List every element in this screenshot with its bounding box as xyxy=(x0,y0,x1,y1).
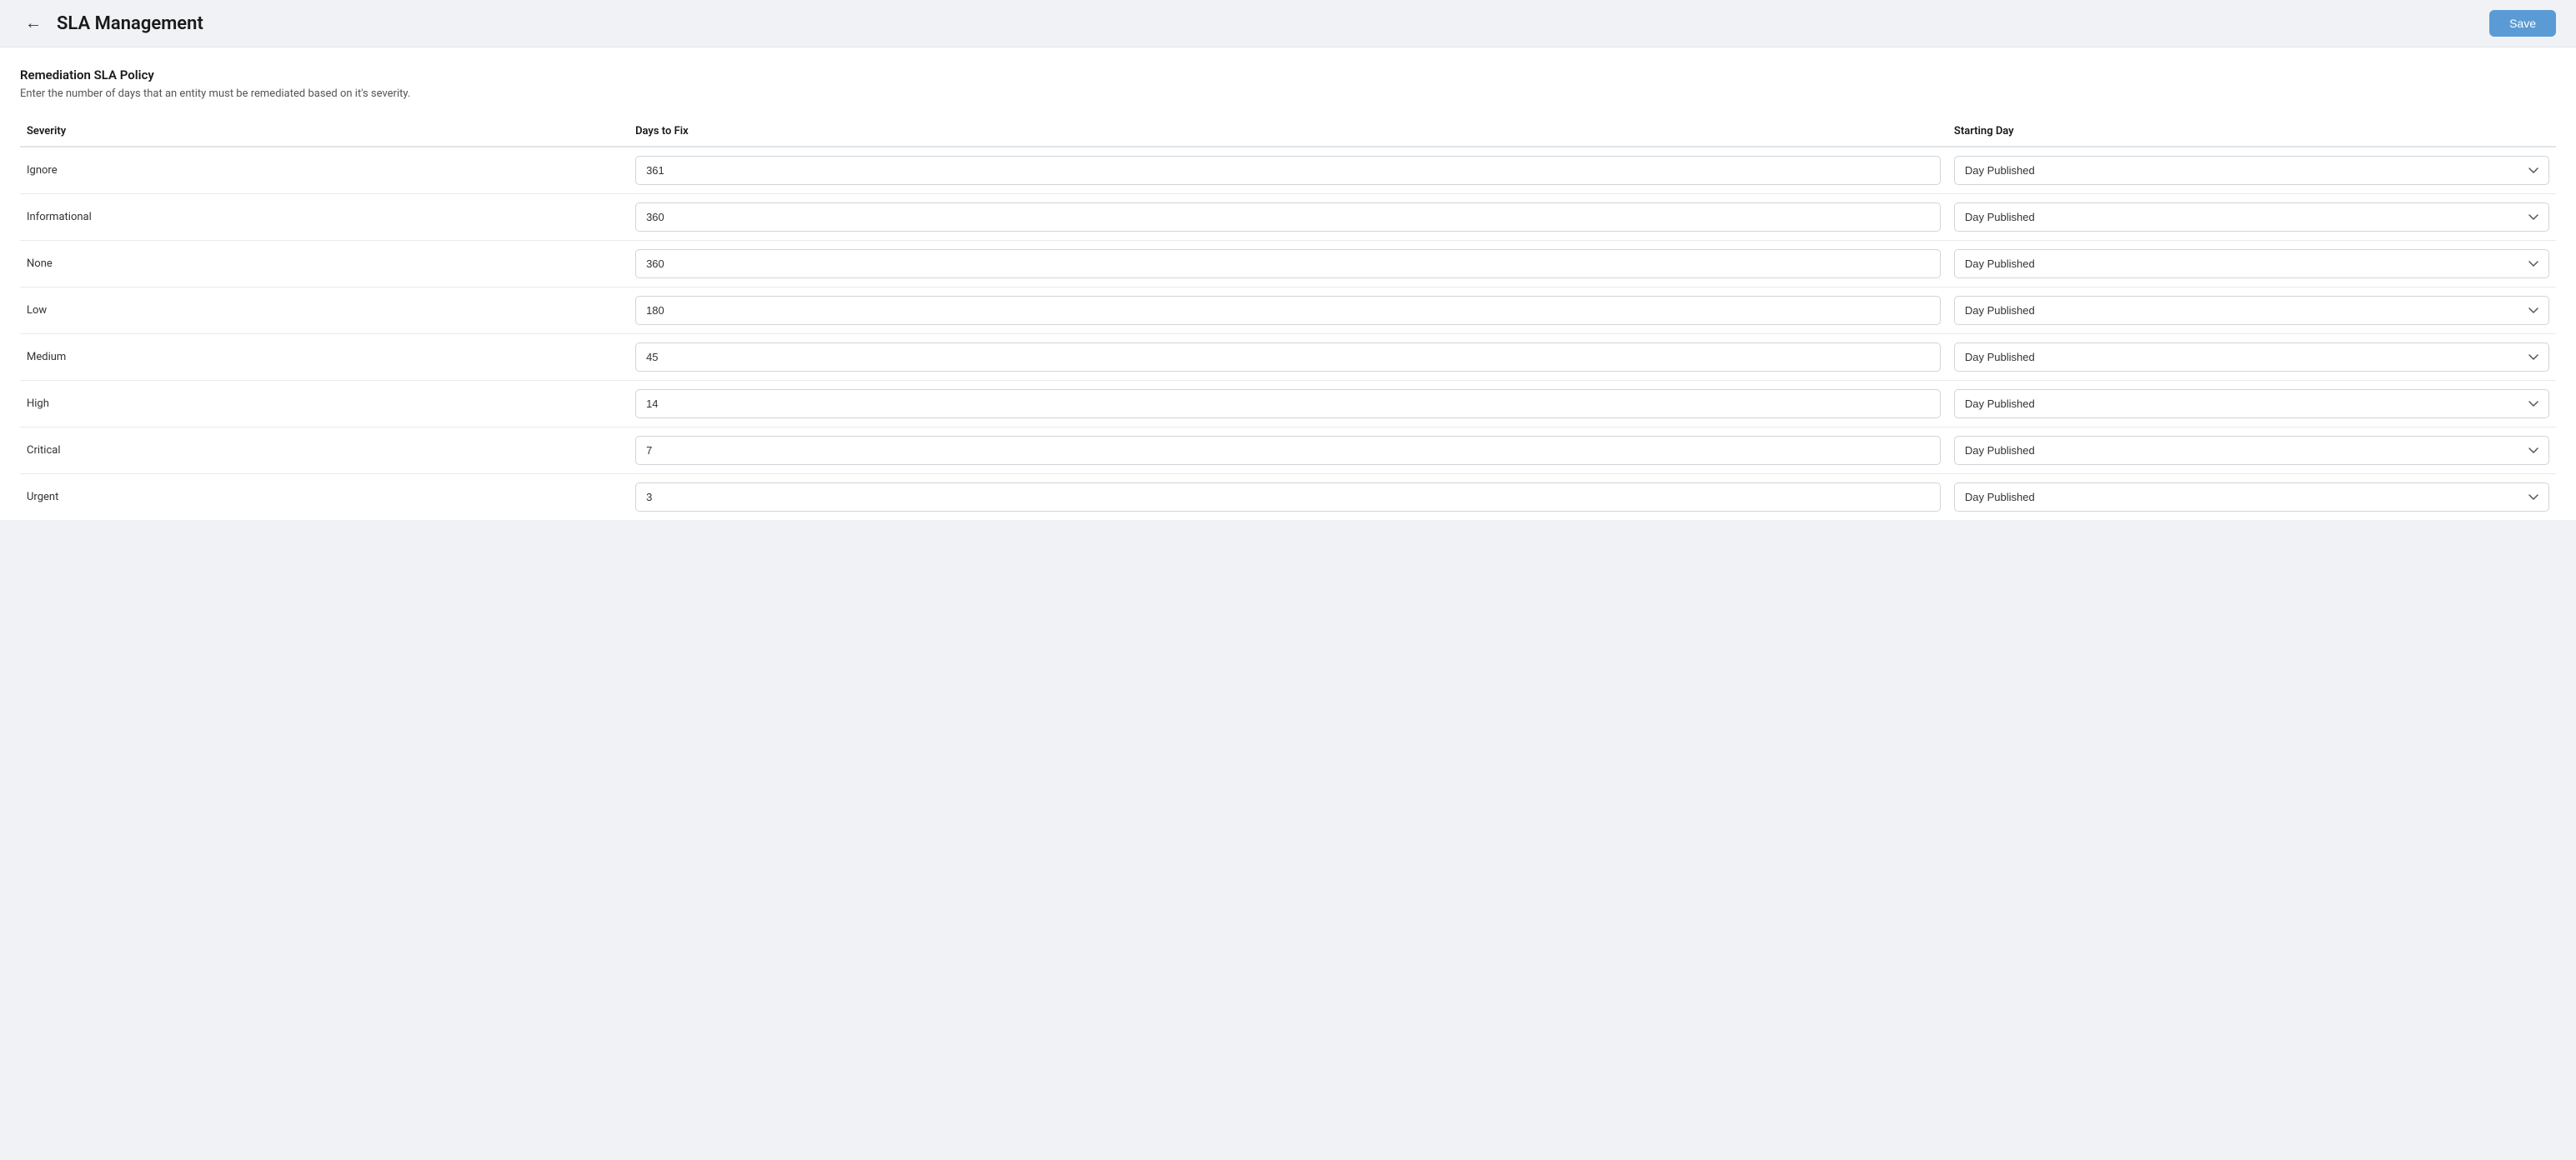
starting-day-cell: Day PublishedDay DetectedDay Assigned xyxy=(1947,288,2556,334)
days-to-fix-input[interactable] xyxy=(635,249,1941,278)
main-content: Remediation SLA Policy Enter the number … xyxy=(0,48,2576,520)
days-to-fix-cell xyxy=(629,288,1947,334)
table-header-row: Severity Days to Fix Starting Day xyxy=(20,117,2556,147)
sla-table: Severity Days to Fix Starting Day Ignore… xyxy=(20,117,2556,520)
severity-cell: Medium xyxy=(20,334,629,381)
starting-day-select[interactable]: Day PublishedDay DetectedDay Assigned xyxy=(1954,202,2549,232)
starting-day-cell: Day PublishedDay DetectedDay Assigned xyxy=(1947,428,2556,474)
severity-label: None xyxy=(27,258,53,270)
table-row: None Day PublishedDay DetectedDay Assigne… xyxy=(20,241,2556,288)
days-to-fix-input[interactable] xyxy=(635,389,1941,418)
days-to-fix-input[interactable] xyxy=(635,436,1941,465)
days-to-fix-cell xyxy=(629,241,1947,288)
table-row: Informational Day PublishedDay DetectedDa… xyxy=(20,194,2556,241)
section-title: Remediation SLA Policy xyxy=(20,68,2556,82)
days-to-fix-cell xyxy=(629,381,1947,428)
page-header: ← SLA Management Save xyxy=(0,0,2576,48)
starting-day-select[interactable]: Day PublishedDay DetectedDay Assigned xyxy=(1954,389,2549,418)
severity-cell: Informational xyxy=(20,194,629,241)
severity-cell: Critical xyxy=(20,428,629,474)
severity-cell: None xyxy=(20,241,629,288)
starting-day-select[interactable]: Day PublishedDay DetectedDay Assigned xyxy=(1954,249,2549,278)
starting-day-cell: Day PublishedDay DetectedDay Assigned xyxy=(1947,474,2556,521)
severity-label: Ignore xyxy=(27,164,58,177)
table-row: Critical Day PublishedDay DetectedDay Ass… xyxy=(20,428,2556,474)
severity-label: High xyxy=(27,398,49,410)
days-to-fix-cell xyxy=(629,147,1947,194)
section-description: Enter the number of days that an entity … xyxy=(20,88,2556,100)
days-to-fix-cell xyxy=(629,194,1947,241)
days-to-fix-input[interactable] xyxy=(635,296,1941,325)
days-to-fix-cell xyxy=(629,474,1947,521)
back-button[interactable]: ← xyxy=(20,10,47,37)
starting-day-cell: Day PublishedDay DetectedDay Assigned xyxy=(1947,334,2556,381)
col-header-severity: Severity xyxy=(20,117,629,147)
col-header-days-to-fix: Days to Fix xyxy=(629,117,1947,147)
severity-label: Critical xyxy=(27,444,60,457)
severity-label: Urgent xyxy=(27,491,58,503)
table-row: Medium Day PublishedDay DetectedDay Assig… xyxy=(20,334,2556,381)
severity-cell: Low xyxy=(20,288,629,334)
severity-label: Medium xyxy=(27,351,66,363)
table-row: Urgent Day PublishedDay DetectedDay Assig… xyxy=(20,474,2556,521)
table-row: Low Day PublishedDay DetectedDay Assigned xyxy=(20,288,2556,334)
starting-day-select[interactable]: Day PublishedDay DetectedDay Assigned xyxy=(1954,342,2549,372)
col-header-starting-day: Starting Day xyxy=(1947,117,2556,147)
severity-cell: Ignore xyxy=(20,147,629,194)
days-to-fix-input[interactable] xyxy=(635,342,1941,372)
table-row: Ignore Day PublishedDay DetectedDay Assig… xyxy=(20,147,2556,194)
days-to-fix-cell xyxy=(629,334,1947,381)
severity-cell: Urgent xyxy=(20,474,629,521)
starting-day-select[interactable]: Day PublishedDay DetectedDay Assigned xyxy=(1954,482,2549,512)
days-to-fix-input[interactable] xyxy=(635,482,1941,512)
severity-label: Low xyxy=(27,304,47,317)
days-to-fix-input[interactable] xyxy=(635,156,1941,185)
save-button[interactable]: Save xyxy=(2489,10,2556,37)
days-to-fix-input[interactable] xyxy=(635,202,1941,232)
severity-cell: High xyxy=(20,381,629,428)
back-icon: ← xyxy=(25,14,42,33)
starting-day-cell: Day PublishedDay DetectedDay Assigned xyxy=(1947,241,2556,288)
starting-day-select[interactable]: Day PublishedDay DetectedDay Assigned xyxy=(1954,156,2549,185)
starting-day-select[interactable]: Day PublishedDay DetectedDay Assigned xyxy=(1954,436,2549,465)
page-title: SLA Management xyxy=(57,13,203,34)
starting-day-cell: Day PublishedDay DetectedDay Assigned xyxy=(1947,147,2556,194)
starting-day-cell: Day PublishedDay DetectedDay Assigned xyxy=(1947,381,2556,428)
starting-day-cell: Day PublishedDay DetectedDay Assigned xyxy=(1947,194,2556,241)
table-row: High Day PublishedDay DetectedDay Assigne… xyxy=(20,381,2556,428)
days-to-fix-cell xyxy=(629,428,1947,474)
header-left: ← SLA Management xyxy=(20,10,203,37)
starting-day-select[interactable]: Day PublishedDay DetectedDay Assigned xyxy=(1954,296,2549,325)
severity-label: Informational xyxy=(27,211,92,223)
